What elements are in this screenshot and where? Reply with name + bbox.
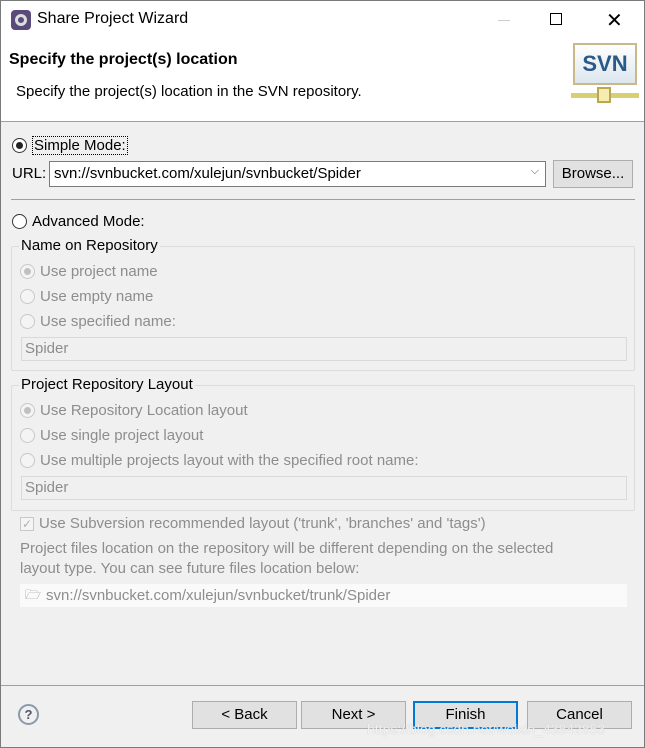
single-project-layout-radio[interactable]: Use single project layout xyxy=(20,427,203,444)
page-description: Specify the project(s) location in the S… xyxy=(16,83,362,100)
footer-separator xyxy=(1,685,644,686)
group-title: Name on Repository xyxy=(19,237,160,254)
chevron-down-icon[interactable]: ⌵ xyxy=(531,165,539,178)
url-value: svn://svnbucket.com/xulejun/svnbucket/Sp… xyxy=(54,165,361,182)
option-label: Use project name xyxy=(40,263,158,280)
option-label: Use specified name: xyxy=(40,313,176,330)
group-title: Project Repository Layout xyxy=(19,376,195,393)
svn-logo: SVN xyxy=(571,43,639,107)
radio-indicator[interactable] xyxy=(12,138,27,153)
option-label: Use multiple projects layout with the sp… xyxy=(40,452,419,469)
repository-location-layout-radio[interactable]: Use Repository Location layout xyxy=(20,402,248,419)
watermark: https://blog.csdn.net/weixin_43842853 xyxy=(367,721,606,737)
window-title: Share Project Wizard xyxy=(37,10,189,27)
recommended-layout-label: Use Subversion recommended layout ('trun… xyxy=(39,515,486,532)
browse-button[interactable]: Browse... xyxy=(553,160,633,188)
wizard-header: Specify the project(s) location Specify … xyxy=(1,39,644,122)
separator xyxy=(11,199,635,200)
simple-mode-label: Simple Mode: xyxy=(32,136,128,155)
maximize-button[interactable] xyxy=(550,13,562,25)
info-line-1: Project files location on the repository… xyxy=(20,540,554,557)
simple-mode-radio[interactable]: Simple Mode: xyxy=(12,136,128,155)
help-icon[interactable]: ? xyxy=(18,704,39,725)
option-label: Use empty name xyxy=(40,288,154,305)
use-empty-name-radio[interactable]: Use empty name xyxy=(20,288,153,305)
future-location-path: svn://svnbucket.com/xulejun/svnbucket/tr… xyxy=(46,587,391,604)
option-label: Use Repository Location layout xyxy=(40,402,248,419)
use-specified-name-radio[interactable]: Use specified name: xyxy=(20,313,176,330)
app-icon xyxy=(11,10,31,30)
radio-indicator[interactable] xyxy=(12,214,27,229)
advanced-mode-radio[interactable]: Advanced Mode: xyxy=(12,213,145,230)
use-project-name-radio[interactable]: Use project name xyxy=(20,263,158,280)
recommended-layout-checkbox[interactable]: ✓ Use Subversion recommended layout ('tr… xyxy=(20,515,486,532)
future-location-field: 🗁 svn://svnbucket.com/xulejun/svnbucket/… xyxy=(20,584,627,607)
option-label: Use single project layout xyxy=(40,427,204,444)
url-label: URL: xyxy=(12,165,47,182)
minimize-button[interactable] xyxy=(498,20,510,21)
checkbox-check-icon[interactable]: ✓ xyxy=(20,516,34,531)
title-bar: Share Project Wizard ✕ xyxy=(1,1,644,39)
multiple-projects-layout-radio[interactable]: Use multiple projects layout with the sp… xyxy=(20,452,419,469)
url-combo[interactable]: svn://svnbucket.com/xulejun/svnbucket/Sp… xyxy=(49,161,546,187)
advanced-mode-label: Advanced Mode: xyxy=(32,213,145,230)
root-name-field[interactable]: Spider xyxy=(21,476,627,500)
specified-name-field[interactable]: Spider xyxy=(21,337,627,361)
back-button[interactable]: < Back xyxy=(192,701,297,729)
info-line-2: layout type. You can see future files lo… xyxy=(20,560,360,577)
page-title: Specify the project(s) location xyxy=(9,51,238,68)
folder-icon: 🗁 xyxy=(25,587,42,602)
close-button[interactable]: ✕ xyxy=(606,8,623,33)
